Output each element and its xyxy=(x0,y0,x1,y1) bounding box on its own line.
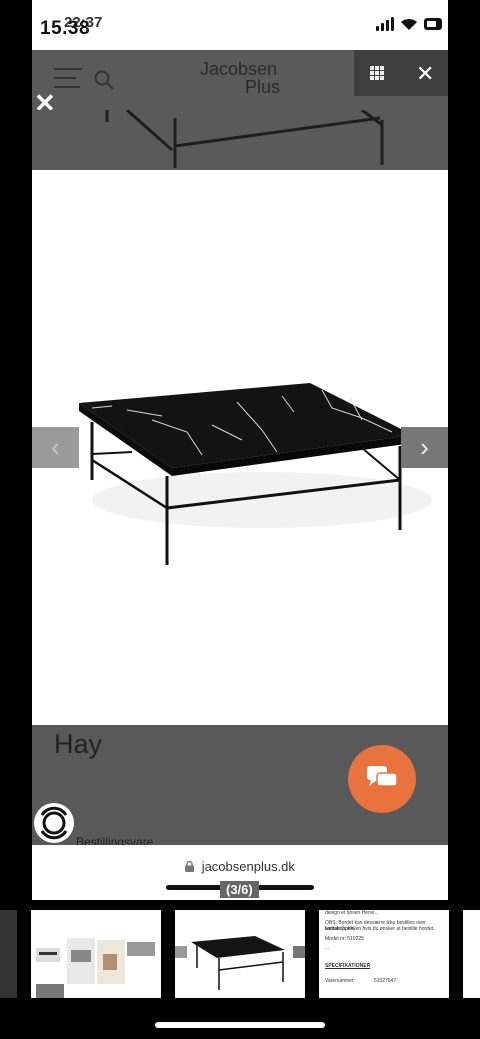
grid-icon[interactable] xyxy=(370,66,384,80)
site-header: Jacobsen Plus ✕ xyxy=(32,50,448,110)
thumbnail-item[interactable] xyxy=(463,910,480,998)
thumb-text-item-value: 51027647 xyxy=(374,978,397,984)
hamburger-icon[interactable] xyxy=(54,68,82,95)
url-text: jacobsenplus.dk xyxy=(201,859,295,874)
status-time-overlay: 22:37 xyxy=(64,14,103,31)
product-brand: Hay xyxy=(54,729,103,759)
thumbnail-item[interactable] xyxy=(0,910,17,998)
browser-url-bar[interactable]: jacobsenplus.dk (3/6) xyxy=(32,845,448,900)
chat-icon xyxy=(367,766,398,787)
thumbnail-item[interactable]: design er tjosen Henvi... OBS: Bordet ka… xyxy=(319,910,449,998)
wifi-icon xyxy=(401,18,417,30)
close-icon[interactable]: ✕ xyxy=(416,61,434,87)
status-bar: 15.38 22:37 xyxy=(32,0,448,50)
url-display[interactable]: jacobsenplus.dk xyxy=(32,859,448,874)
chevron-left-icon[interactable]: ‹ xyxy=(32,427,79,468)
marble-table-image xyxy=(79,383,432,565)
previous-image-preview xyxy=(32,110,448,170)
logo-line1: Jacobsen xyxy=(200,59,278,79)
home-indicator[interactable] xyxy=(155,1022,325,1028)
product-image[interactable] xyxy=(32,170,448,725)
image-viewer: 15.38 22:37 Jacobsen Plus ✕ ✕ ‹ › Hay Be… xyxy=(32,0,448,900)
signal-icon xyxy=(376,17,394,31)
logo-line2: Plus xyxy=(245,77,281,97)
chat-button[interactable] xyxy=(348,745,416,813)
thumb-text-line1: design er tjosen Henvi... xyxy=(325,910,379,916)
lock-icon xyxy=(185,860,195,872)
site-logo[interactable]: Jacobsen Plus xyxy=(200,60,280,96)
thumbnail-strip: design er tjosen Henvi... OBS: Bordet ka… xyxy=(0,908,480,1000)
loading-spinner xyxy=(34,803,74,843)
thumb-text-more: ... xyxy=(325,945,330,951)
thumb-text-line3: kontakt butikken hvis du ønsker at besti… xyxy=(325,926,435,932)
thumb-text-item-label: Varenummer: xyxy=(325,978,355,984)
thumbnail-item-active[interactable] xyxy=(175,910,305,998)
battery-icon xyxy=(424,18,442,30)
system-icons xyxy=(376,17,442,31)
thumbnail-item[interactable] xyxy=(31,910,161,998)
search-icon[interactable] xyxy=(94,70,114,90)
chevron-right-icon[interactable]: › xyxy=(401,427,448,468)
thumb-text-model: Model nr: 510225 xyxy=(325,936,364,942)
product-info: Hay Bestillingsvare xyxy=(32,725,448,849)
thumb-text-specs: SPECIFIKATIONER xyxy=(325,963,371,969)
gallery-counter: (3/6) xyxy=(220,881,259,898)
gallery-toolbar: ✕ xyxy=(354,50,448,96)
